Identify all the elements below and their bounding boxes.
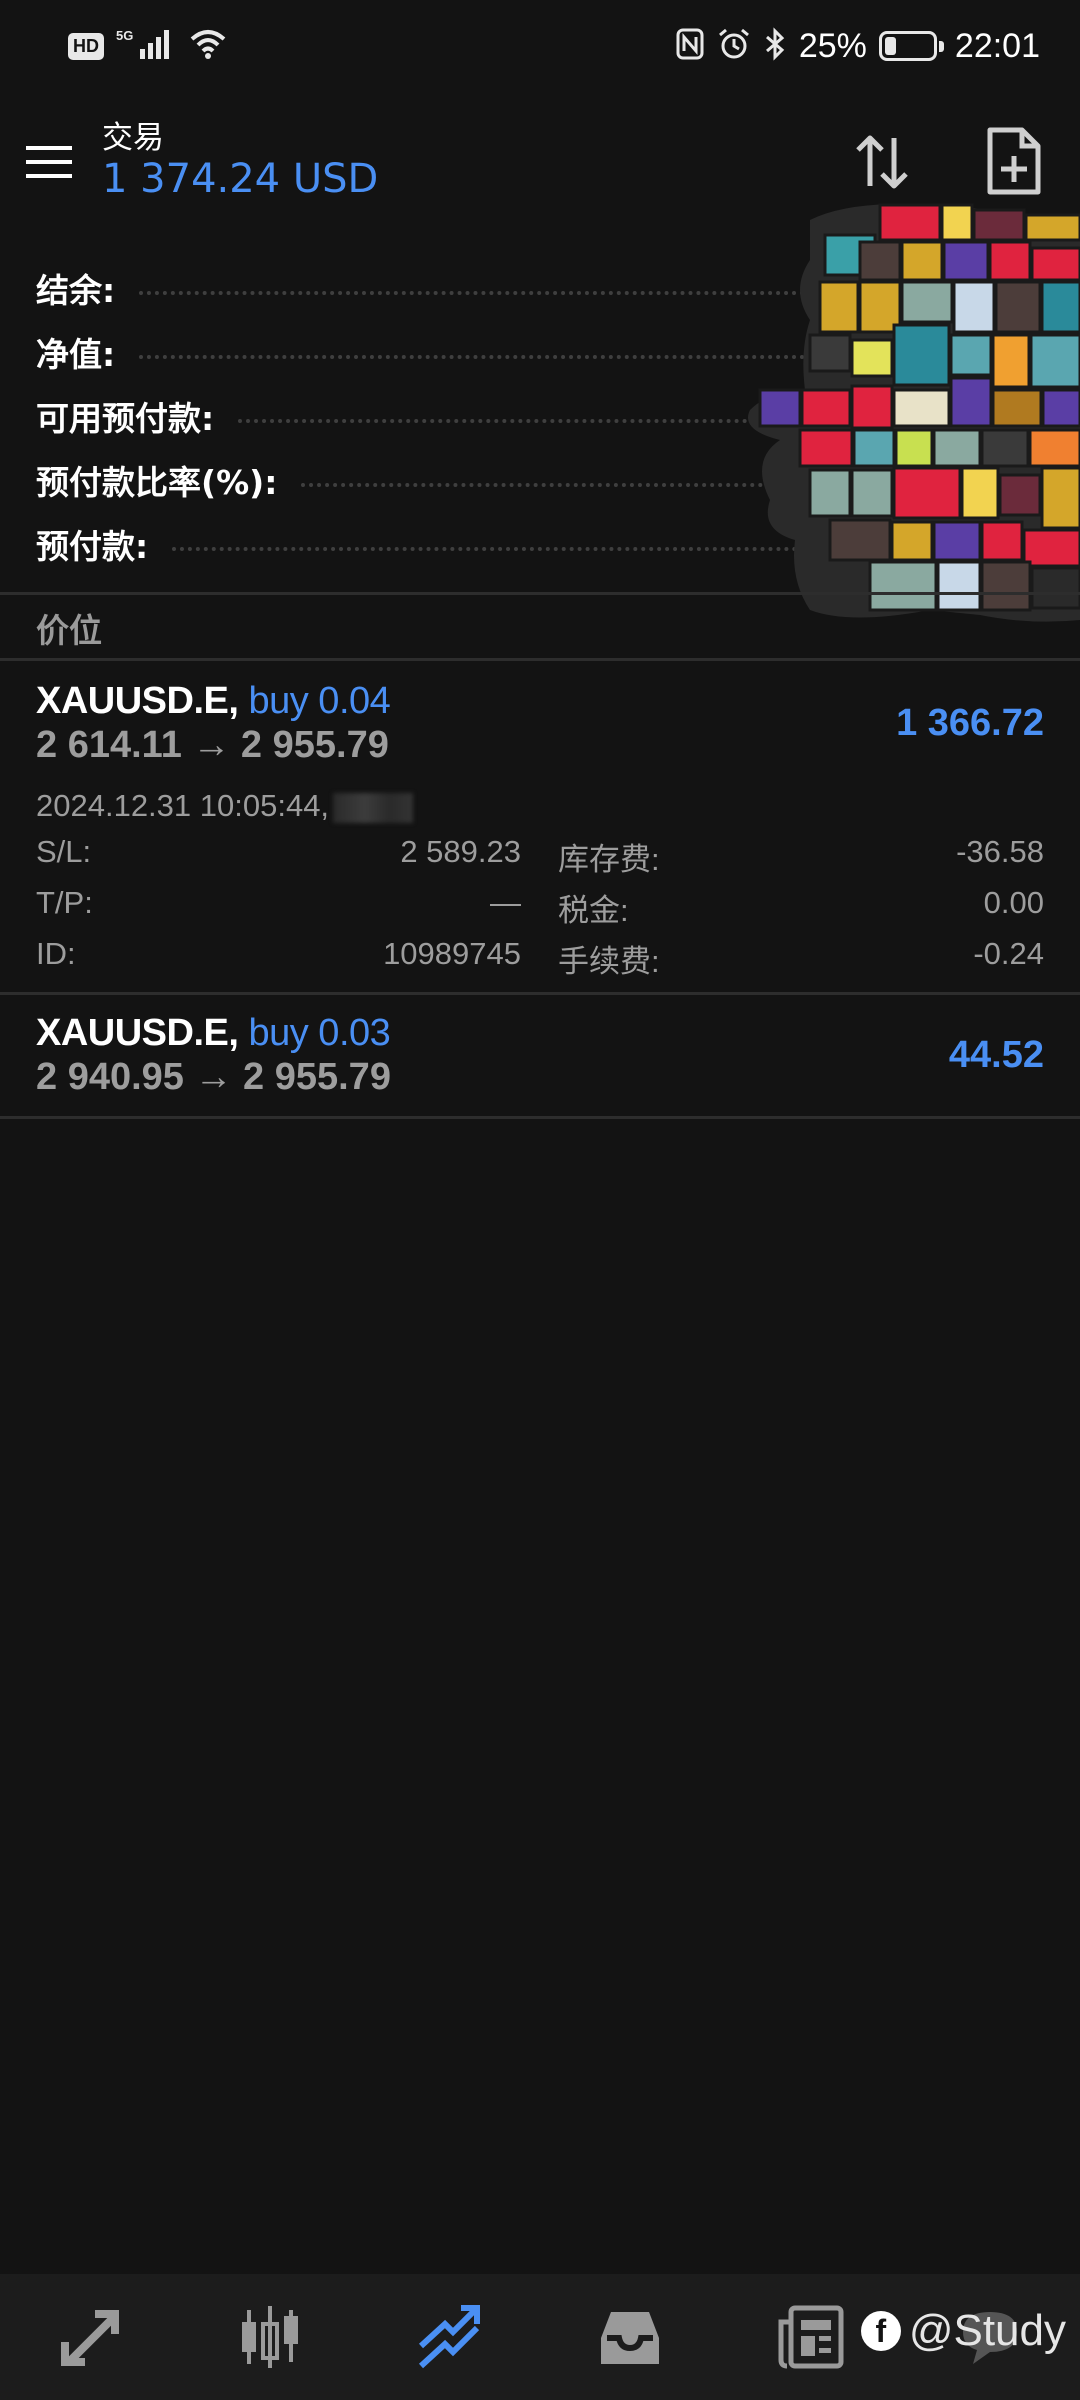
- detail-label: T/P:: [36, 885, 93, 920]
- signal-icon: 5G: [116, 27, 176, 66]
- nav-trade[interactable]: [360, 2274, 540, 2400]
- sort-icon[interactable]: [850, 130, 914, 194]
- position-detail-row: S/L: 2 589.23 库存费: -36.58: [0, 834, 1080, 884]
- position-side: buy 0.03: [248, 1012, 391, 1054]
- chart-candles-icon: [242, 2306, 298, 2368]
- watermark: f @Study: [860, 2306, 1066, 2356]
- detail-label: 手续费:: [558, 944, 660, 979]
- position-symbol: XAUUSD.E,: [36, 680, 239, 722]
- detail-value: 10989745: [383, 936, 521, 971]
- detail-label: 税金:: [558, 893, 629, 928]
- position-side: buy 0.04: [248, 680, 391, 722]
- position-profit: 1 366.72: [896, 702, 1044, 744]
- detail-value: —: [490, 885, 521, 920]
- battery-icon: [878, 31, 944, 61]
- detail-value: 0.00: [983, 885, 1044, 920]
- summary-label: 可用预付款:: [36, 399, 215, 438]
- status-left: HD 5G: [68, 27, 228, 66]
- position-time-text: 2024.12.31 10:05:44,: [36, 788, 330, 823]
- position-prices: 2 940.95 → 2 955.79: [36, 1056, 391, 1098]
- facebook-logo-icon: f: [860, 2311, 901, 2351]
- trade-arrows-icon: [61, 2310, 119, 2366]
- position-symbol: XAUUSD.E,: [36, 1012, 239, 1054]
- nav-history[interactable]: [540, 2274, 720, 2400]
- inbox-icon: [601, 2312, 659, 2364]
- bluetooth-icon: [763, 26, 787, 66]
- detail-value: -0.24: [973, 936, 1044, 971]
- divider: [0, 592, 1080, 595]
- detail-label: ID:: [36, 936, 76, 971]
- position-detail-row: ID: 10989745 手续费: -0.24: [0, 936, 1080, 986]
- menu-icon[interactable]: [26, 144, 74, 180]
- nav-chart[interactable]: [180, 2274, 360, 2400]
- svg-text:5G: 5G: [116, 28, 133, 43]
- position-prices: 2 614.11 → 2 955.79: [36, 724, 389, 766]
- nav-quotes[interactable]: [0, 2274, 180, 2400]
- redacted-blur: [333, 792, 414, 823]
- watermark-text: @Study: [908, 2306, 1066, 2355]
- position-item[interactable]: XAUUSD.E, buy 0.04 2 614.11 → 2 955.79 1…: [0, 664, 1080, 992]
- divider: [0, 1116, 1080, 1119]
- battery-percent: 25%: [798, 26, 867, 65]
- alarm-icon: [717, 27, 751, 66]
- position-symbol-line: XAUUSD.E, buy 0.03: [36, 1012, 391, 1055]
- wifi-icon: [188, 27, 228, 66]
- detail-label: S/L:: [36, 834, 92, 869]
- mosaic-sticker: [748, 203, 1080, 622]
- new-order-icon[interactable]: [982, 126, 1046, 196]
- status-bar: HD 5G 25% 22:01: [0, 0, 1080, 92]
- clock: 22:01: [954, 26, 1040, 65]
- summary-label: 结余:: [36, 271, 116, 310]
- position-profit: 44.52: [948, 1034, 1044, 1076]
- status-right: 25% 22:01: [675, 27, 1040, 66]
- summary-label: 净值:: [36, 335, 116, 374]
- news-icon: [778, 2305, 844, 2369]
- section-header-positions: 价位: [36, 611, 102, 650]
- battery-level: [884, 37, 897, 55]
- trade-chart-icon: [418, 2305, 480, 2369]
- detail-value: 2 589.23: [400, 834, 521, 869]
- page-title: 交易: [102, 120, 164, 156]
- position-open-time: 2024.12.31 10:05:44,: [36, 788, 414, 824]
- account-balance: 1 374.24 USD: [102, 156, 379, 202]
- summary-label: 预付款比率(%):: [36, 463, 278, 502]
- summary-label: 预付款:: [36, 527, 149, 566]
- position-symbol-line: XAUUSD.E, buy 0.04: [36, 680, 391, 723]
- detail-value: -36.58: [956, 834, 1044, 869]
- divider: [0, 658, 1080, 661]
- position-item[interactable]: XAUUSD.E, buy 0.03 2 940.95 → 2 955.79 4…: [0, 996, 1080, 1116]
- detail-label: 库存费:: [558, 842, 660, 877]
- hd-icon: HD: [68, 32, 104, 60]
- nfc-icon: [675, 27, 705, 66]
- divider: [0, 992, 1080, 995]
- position-detail-row: T/P: — 税金: 0.00: [0, 885, 1080, 935]
